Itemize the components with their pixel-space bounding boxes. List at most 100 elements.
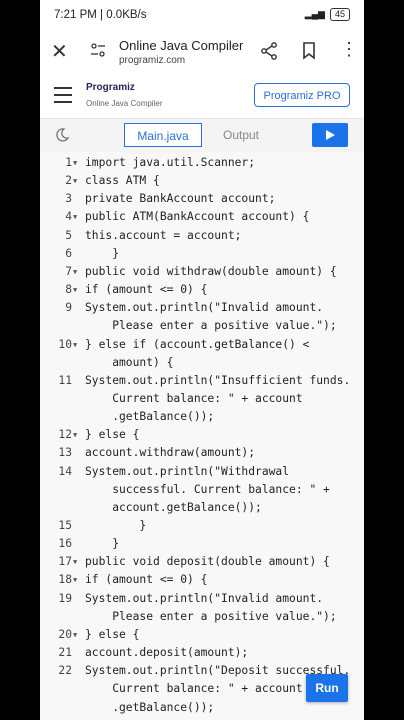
code-text: successful. Current balance: " +	[85, 482, 330, 496]
programiz-pro-button[interactable]: Programiz PRO	[254, 83, 350, 107]
code-line[interactable]: 2 ▼ class ATM {	[40, 172, 364, 190]
code-line[interactable]: 6 }	[40, 245, 364, 263]
line-number: 10	[58, 337, 72, 351]
dark-mode-icon[interactable]	[54, 127, 70, 143]
code-line[interactable]: successful. Current balance: " +	[40, 481, 364, 499]
tab-output[interactable]: Output	[202, 123, 280, 147]
code-line[interactable]: 3 private BankAccount account;	[40, 190, 364, 208]
play-icon	[326, 130, 335, 140]
line-number: 1	[65, 156, 72, 169]
code-line[interactable]: 9 System.out.println("Invalid amount.	[40, 299, 364, 317]
fold-arrow-icon[interactable]: ▼	[73, 172, 77, 190]
line-number: 14	[58, 464, 72, 478]
line-number: 17	[58, 555, 72, 569]
logo-text: Programiz	[86, 82, 135, 93]
line-number: 19	[58, 591, 72, 605]
code-line[interactable]: 7 ▼ public void withdraw(double amount) {	[40, 263, 364, 281]
line-number: 15	[58, 519, 72, 532]
fold-arrow-icon[interactable]: ▼	[73, 263, 77, 281]
bookmark-icon[interactable]	[302, 42, 316, 60]
code-line[interactable]: 13 account.withdraw(amount);	[40, 444, 364, 462]
line-number: 20	[58, 627, 72, 641]
code-line[interactable]: 10 ▼ } else if (account.getBalance() <	[40, 336, 364, 354]
code-text: this.account = account;	[85, 228, 242, 242]
tab-main-java[interactable]: Main.java	[124, 123, 202, 147]
run-button[interactable]: Run	[306, 674, 348, 702]
code-text: class ATM {	[85, 174, 160, 188]
code-line[interactable]: 12 ▼} else {	[40, 426, 364, 444]
code-text: } else if (account.getBalance() <	[85, 337, 310, 351]
run-top-button[interactable]	[312, 123, 348, 147]
fold-arrow-icon[interactable]: ▼	[73, 154, 77, 172]
fold-arrow-icon[interactable]: ▼	[73, 553, 77, 571]
code-text: public void withdraw(double amount) {	[85, 264, 337, 278]
code-text: public ATM(BankAccount account) {	[85, 210, 310, 224]
code-text: System.out.println("Invalid amount.	[85, 591, 324, 605]
code-text: Current balance: " + account	[85, 682, 303, 696]
line-number: 22	[58, 664, 72, 678]
page-url[interactable]: programiz.com	[119, 55, 185, 66]
code-text: Current balance: " + account	[85, 391, 303, 405]
site-settings-icon[interactable]	[90, 43, 106, 57]
code-line[interactable]: 18 ▼ if (amount <= 0) {	[40, 571, 364, 589]
code-line[interactable]: Please enter a positive value.");	[40, 608, 364, 626]
code-text: import java.util.Scanner;	[85, 156, 256, 169]
code-line[interactable]: 17 ▼ public void deposit(double amount) {	[40, 553, 364, 571]
line-number: 4	[65, 210, 72, 224]
programiz-logo[interactable]: Programiz	[86, 82, 135, 93]
fold-arrow-icon[interactable]: ▼	[73, 426, 77, 444]
phone-screen: 7:21 PM | 0.0KB/s ▂▄▆ 45 ✕ Online Java C…	[40, 0, 364, 720]
code-line[interactable]: 4 ▼ public ATM(BankAccount account) {	[40, 208, 364, 226]
code-text: } else {	[85, 627, 140, 641]
code-line[interactable]: 19 System.out.println("Invalid amount.	[40, 590, 364, 608]
line-number: 12	[58, 428, 72, 442]
signal-icon: ▂▄▆	[304, 9, 325, 19]
code-editor[interactable]: 1 ▼ import java.util.Scanner; 2 ▼ class ATM {…	[40, 152, 364, 720]
code-line[interactable]: 11 System.out.println("Insufficient funds…	[40, 372, 364, 390]
code-text: if (amount <= 0) {	[85, 283, 208, 297]
battery-icon: 45	[329, 8, 350, 21]
fold-arrow-icon[interactable]: ▼	[73, 571, 77, 589]
code-line[interactable]: 5 this.account = account;	[40, 227, 364, 245]
code-text: Please enter a positive value.");	[85, 609, 337, 623]
line-number: 18	[58, 573, 72, 587]
code-line[interactable]: 20 ▼ } else {	[40, 626, 364, 644]
code-line[interactable]: 15 }	[40, 517, 364, 535]
code-line[interactable]: .getBalance());	[40, 408, 364, 426]
fold-arrow-icon[interactable]: ▼	[73, 626, 77, 644]
code-text: account.withdraw(amount);	[85, 446, 256, 460]
browser-toolbar: ✕ Online Java Compiler programiz.com ⋮	[40, 30, 364, 75]
code-line[interactable]: 8 ▼ if (amount <= 0) {	[40, 281, 364, 299]
code-line[interactable]: Please enter a positive value.");	[40, 317, 364, 335]
fold-arrow-icon[interactable]: ▼	[73, 281, 77, 299]
line-number: 5	[65, 228, 72, 242]
code-line[interactable]: 16 }	[40, 535, 364, 553]
code-line[interactable]: account.getBalance());	[40, 499, 364, 517]
line-number: 9	[65, 301, 72, 315]
fold-arrow-icon[interactable]: ▼	[73, 336, 77, 354]
code-text: .getBalance());	[85, 700, 215, 714]
more-options-icon[interactable]: ⋮	[340, 40, 358, 58]
code-text: }	[85, 519, 147, 532]
close-icon[interactable]: ✕	[51, 39, 68, 64]
code-line[interactable]: 1 ▼ import java.util.Scanner;	[40, 154, 364, 172]
share-icon[interactable]	[260, 42, 278, 60]
menu-icon[interactable]	[54, 87, 72, 108]
code-line[interactable]: Current balance: " + account	[40, 390, 364, 408]
code-text: public void deposit(double amount) {	[85, 555, 330, 569]
code-text: if (amount <= 0) {	[85, 573, 208, 587]
line-number: 6	[65, 246, 72, 260]
fold-arrow-icon[interactable]: ▼	[73, 208, 77, 226]
code-line[interactable]: amount) {	[40, 354, 364, 372]
code-line[interactable]: 14 System.out.println("Withdrawal	[40, 463, 364, 481]
code-text: System.out.println("Insufficient funds.	[85, 373, 351, 387]
line-number: 2	[65, 174, 72, 188]
code-text: private BankAccount account;	[85, 192, 276, 206]
status-time: 7:21 PM | 0.0KB/s	[54, 9, 147, 21]
line-number: 7	[65, 264, 72, 278]
code-line[interactable]: 21 account.deposit(amount);	[40, 644, 364, 662]
site-subtitle: Online Java Compiler	[86, 99, 163, 108]
status-bar: 7:21 PM | 0.0KB/s ▂▄▆ 45	[40, 0, 364, 30]
page-title: Online Java Compiler	[119, 38, 244, 53]
code-text: }	[85, 246, 120, 260]
